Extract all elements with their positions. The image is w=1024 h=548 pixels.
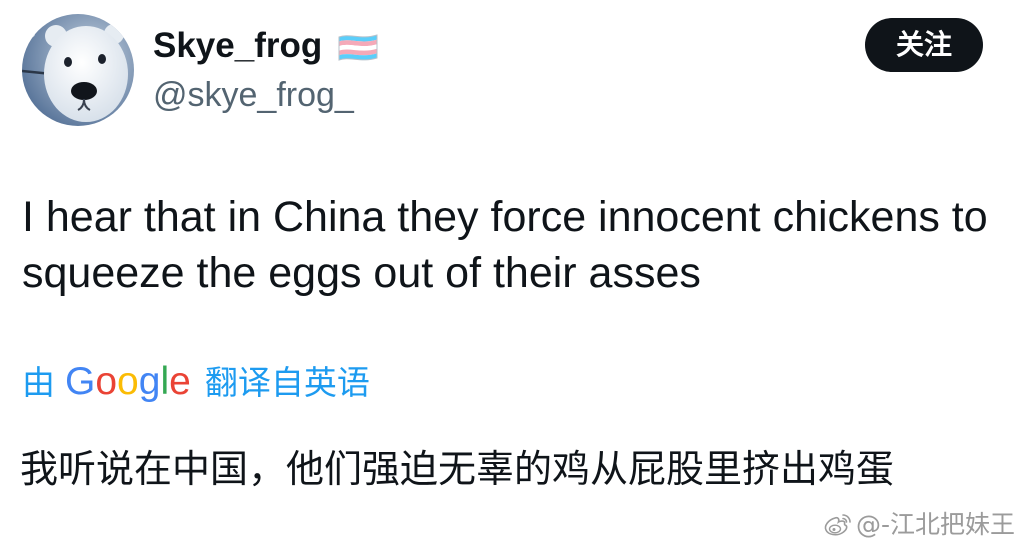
translation-source-language: 翻译自英语: [204, 363, 370, 402]
translation-prefix: 由: [22, 363, 55, 402]
translation-attribution: 由 Google 翻译自英语: [22, 356, 370, 408]
tweet-text-line: squeeze the eggs out of their asses: [22, 249, 701, 297]
google-logo-letter: o: [95, 360, 118, 403]
tweet-text-line: I hear that in China they force innocent…: [22, 193, 988, 241]
follow-button[interactable]: 关注: [865, 18, 983, 72]
translated-tweet-text: 我听说在中国，他们强迫无辜的鸡从屁股里挤出鸡蛋: [20, 447, 895, 491]
google-logo: Google: [65, 356, 191, 408]
author-handle[interactable]: @skye_frog_: [153, 76, 354, 115]
follow-button-label: 关注: [895, 28, 952, 61]
google-logo-letter: g: [138, 360, 161, 403]
watermark-text: @-江北把妹王: [855, 510, 1015, 539]
watermark: @-江北把妹王: [823, 508, 1015, 542]
google-logo-letter: e: [169, 360, 191, 403]
google-logo-letter: G: [65, 360, 96, 403]
google-logo-letter: o: [117, 360, 139, 403]
transgender-flag-icon: [337, 32, 379, 63]
avatar-image: [22, 14, 134, 126]
weibo-icon: [824, 514, 851, 536]
google-logo-letter: l: [160, 360, 170, 403]
author-display-name[interactable]: Skye_frog: [153, 26, 322, 66]
tweet-card: Skye_frog @skye_frog_ 关注 I hear that in …: [0, 0, 1024, 548]
avatar[interactable]: [22, 14, 134, 126]
